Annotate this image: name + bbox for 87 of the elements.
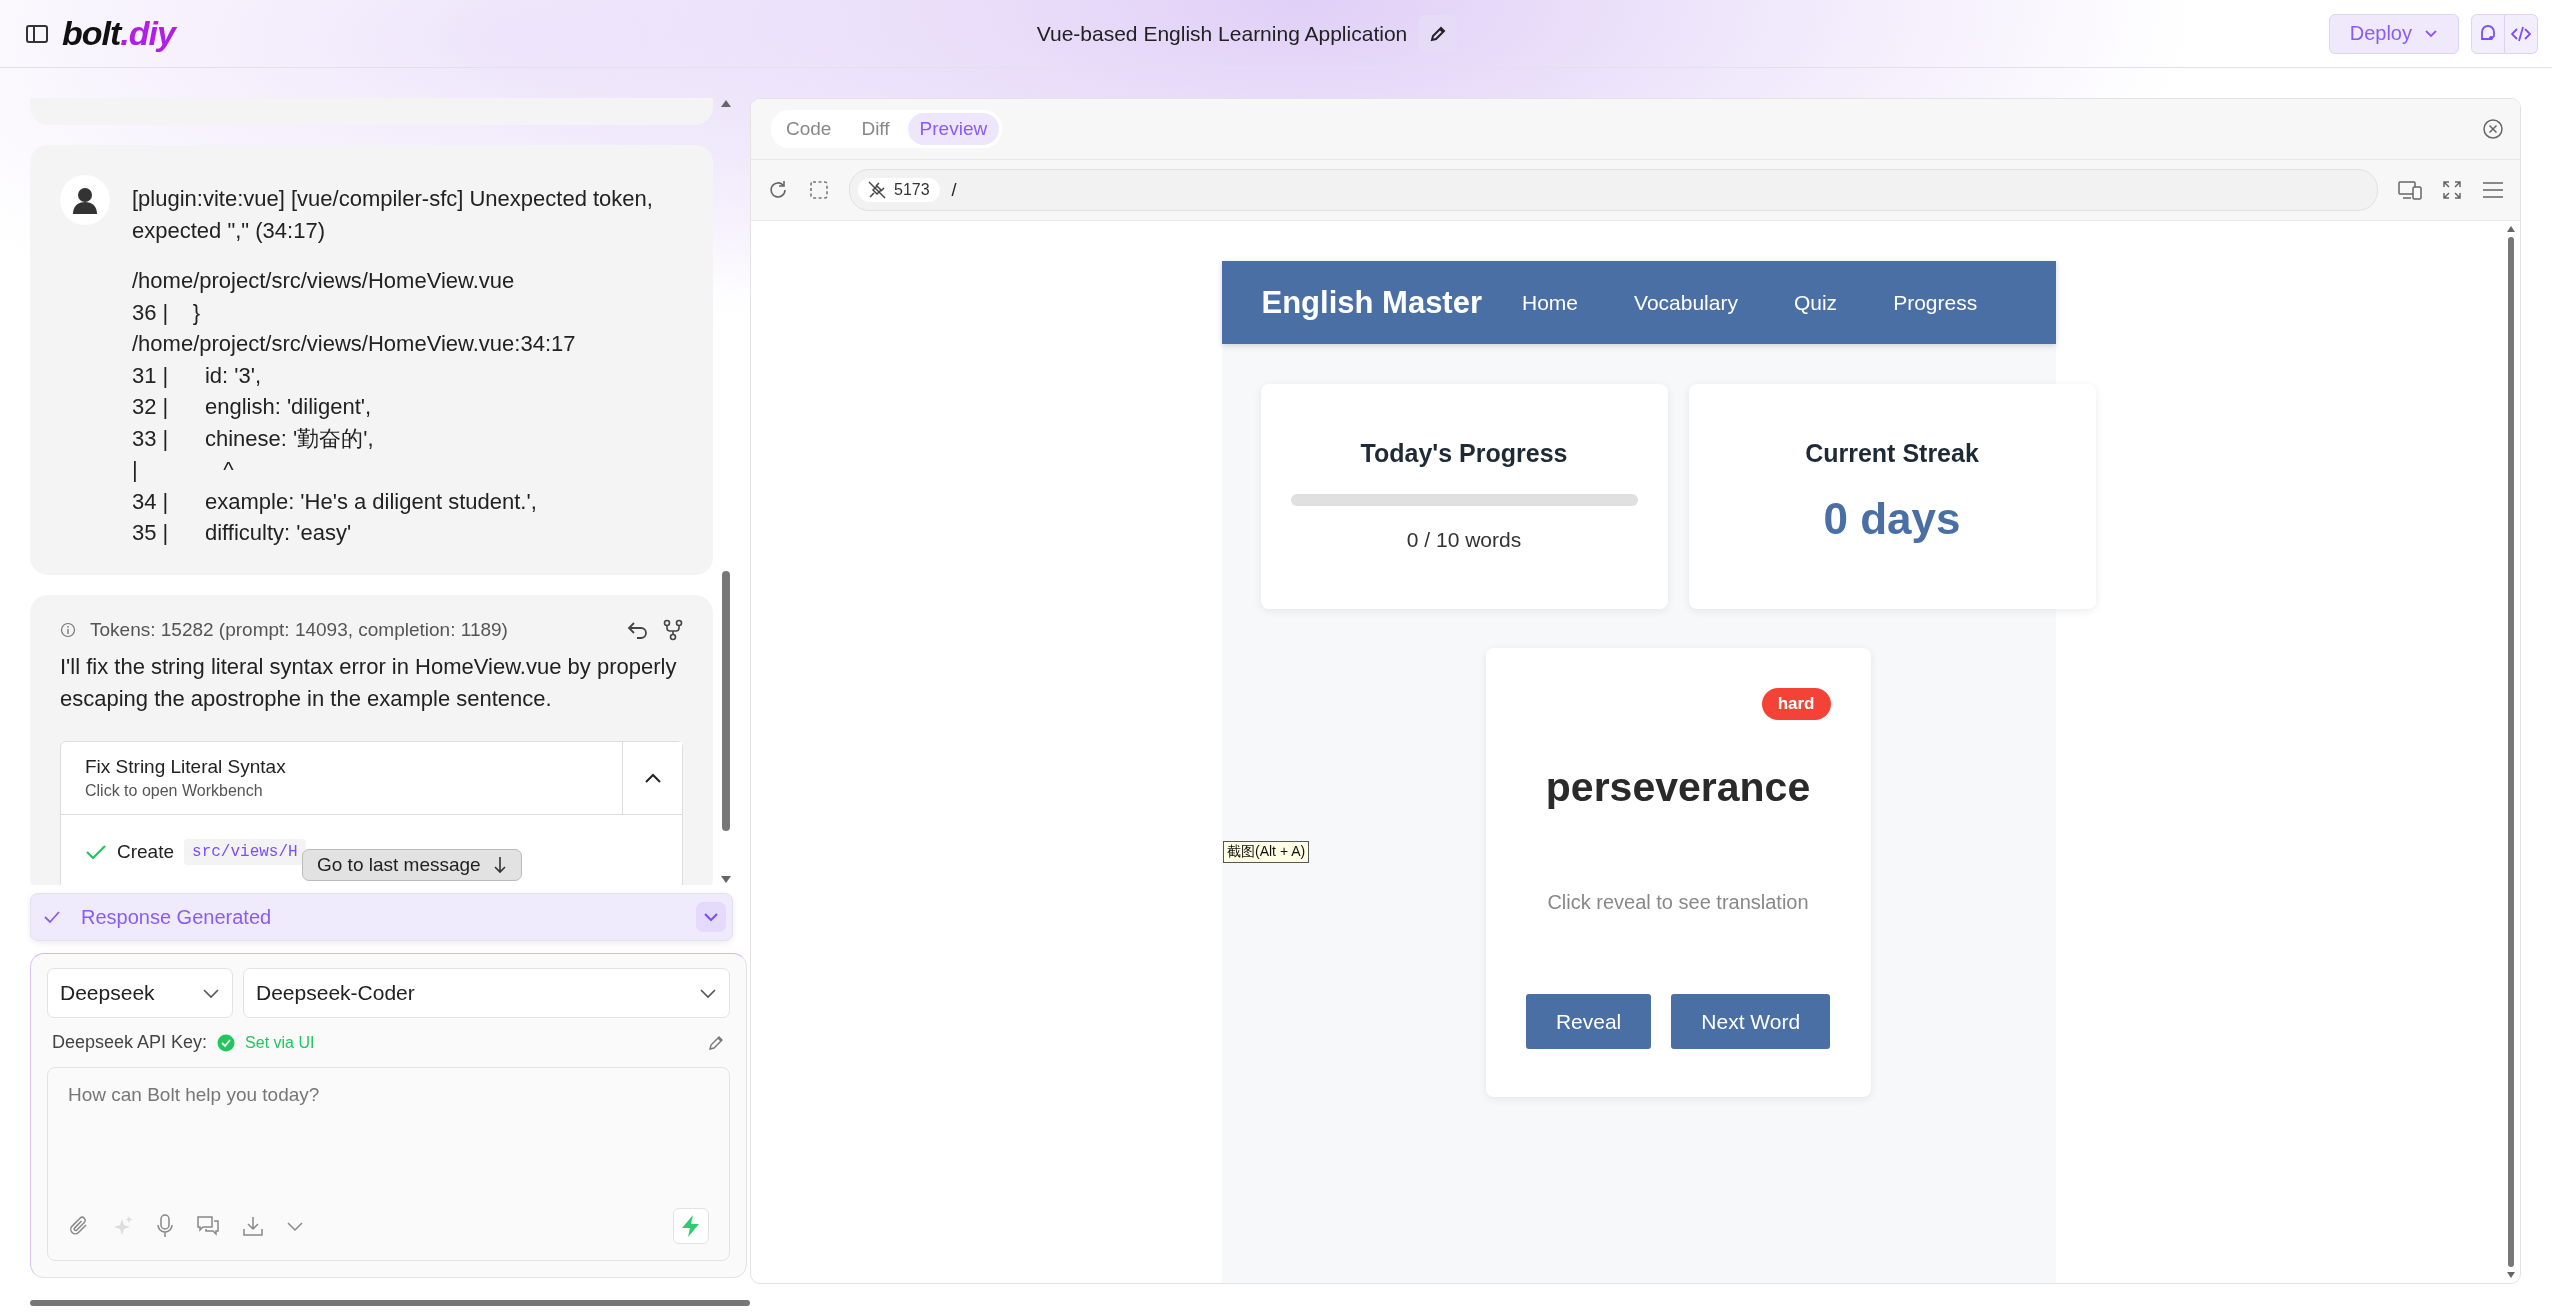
scrollbar-thumb[interactable]	[30, 1300, 750, 1306]
chevron-down-icon	[202, 987, 220, 999]
response-text: I'll fix the string literal syntax error in HomeView.vue by properly escaping the apostrophe in the example sentence.	[60, 652, 678, 713]
selection-icon[interactable]	[809, 180, 829, 200]
code-line: /home/project/src/views/HomeView.vue	[132, 267, 516, 295]
flashcard-button[interactable]: Next Word	[1671, 994, 1831, 1049]
code-line: 32 | english: 'diligent',	[132, 393, 373, 421]
paperclip-icon[interactable]	[68, 1215, 90, 1237]
chevron-down-icon[interactable]	[286, 1220, 304, 1232]
code-line: /home/project/src/views/HomeView.vue:34:17	[132, 330, 577, 358]
plug-icon	[868, 181, 886, 199]
flashcard-button[interactable]: Reveal	[1525, 994, 1652, 1049]
devices-icon[interactable]	[2398, 180, 2422, 200]
port-selector[interactable]: 5173	[858, 178, 940, 202]
message-input[interactable]: How can Bolt help you today?	[68, 1084, 709, 1208]
chevron-down-icon[interactable]	[696, 902, 726, 932]
arrow-down-icon	[492, 856, 507, 874]
artifact-title: Fix String Literal Syntax	[85, 755, 287, 778]
card-title: Today's Progress	[1360, 439, 1568, 468]
chevron-down-icon	[699, 987, 717, 999]
scroll-up-icon[interactable]	[720, 98, 732, 108]
api-key-label: Deepseek API Key:	[52, 1032, 208, 1053]
flashcard-word: perseverance	[1545, 764, 1811, 811]
file-path: src/views/H	[184, 838, 306, 865]
scrollbar-thumb[interactable]	[722, 571, 730, 831]
chat-toggle-button[interactable]	[2471, 13, 2505, 54]
nav-link[interactable]: Home	[1522, 290, 1579, 315]
workbench-tab[interactable]: Preview	[907, 113, 1000, 145]
code-line: 34 | example: 'He's a diligent student.',	[132, 487, 538, 516]
close-icon[interactable]	[2482, 118, 2504, 140]
undo-icon[interactable]	[627, 619, 649, 640]
translation-hint: Click reveal to see translation	[1547, 891, 1809, 914]
refresh-icon[interactable]	[767, 179, 789, 201]
rename-button[interactable]	[1419, 14, 1458, 53]
provider-select[interactable]: Deepseek	[47, 968, 233, 1018]
artifact-header[interactable]: Fix String Literal Syntax Click to open Workbench	[61, 741, 622, 814]
progress-caption: 0 / 10 words	[1406, 528, 1522, 552]
workbench-tab[interactable]: Diff	[849, 113, 902, 145]
download-icon[interactable]	[242, 1215, 264, 1237]
action-label: Create	[117, 840, 175, 863]
nav-link[interactable]: Vocabulary	[1634, 290, 1738, 315]
fullscreen-icon[interactable]	[2442, 180, 2462, 200]
menu-icon[interactable]	[2482, 181, 2504, 199]
scroll-up-icon[interactable]	[2506, 225, 2516, 233]
logo[interactable]: bolt.diy	[62, 14, 175, 53]
code-line: 36 | }	[132, 298, 202, 327]
project-title: Vue-based English Learning Application	[1036, 21, 1408, 46]
fork-icon[interactable]	[663, 618, 683, 641]
model-select[interactable]: Deepseek-Coder	[243, 968, 730, 1018]
lightning-icon	[680, 1214, 702, 1238]
streak-value: 0 days	[1823, 494, 1961, 544]
url-path: /	[951, 179, 957, 201]
info-icon	[60, 621, 76, 638]
tooltip: 截图(Alt + A)	[1223, 841, 1310, 863]
code-line: 35 | difficulty: 'easy'	[132, 519, 353, 547]
go-to-last-message-button[interactable]: Go to last message	[302, 849, 522, 881]
card-title: Current Streak	[1805, 439, 1979, 468]
check-icon	[85, 842, 107, 861]
status-label: Response Generated	[81, 905, 272, 929]
token-count: Tokens: 15282 (prompt: 14093, completion: 1189)	[90, 618, 508, 641]
status-bar[interactable]: Response Generated	[30, 893, 733, 941]
avatar-icon	[60, 175, 110, 225]
scroll-down-icon[interactable]	[2506, 1271, 2516, 1279]
check-circle-icon	[217, 1033, 236, 1052]
check-icon	[43, 910, 61, 924]
code-toggle-button[interactable]	[2505, 13, 2538, 54]
microphone-icon[interactable]	[156, 1214, 174, 1238]
address-bar[interactable]: 5173 /	[849, 169, 2378, 211]
deploy-button[interactable]: Deploy	[2328, 13, 2459, 54]
scroll-down-icon[interactable]	[720, 875, 732, 885]
prompt-field[interactable]: How can Bolt help you today?	[47, 1067, 730, 1261]
nav-link[interactable]: Quiz	[1793, 290, 1838, 315]
brand-title: English Master	[1261, 284, 1482, 321]
chevron-down-icon	[2424, 28, 2438, 39]
chat-icon[interactable]	[196, 1215, 220, 1237]
api-key-status: Set via UI	[245, 1033, 315, 1052]
artifact-subtitle: Click to open Workbench	[85, 781, 264, 800]
code-line: 33 | chinese: '勤奋的',	[132, 424, 375, 453]
difficulty-tag: hard	[1761, 688, 1831, 720]
workbench-tab[interactable]: Code	[774, 113, 844, 145]
nav-link[interactable]: Progress	[1893, 290, 1978, 315]
code-line: 31 | id: '3',	[132, 361, 263, 390]
error-text: [plugin:vite:vue] [vue/compiler-sfc] Unexpected token, expected "," (34:17)	[132, 185, 654, 245]
code-line: | ^	[132, 456, 235, 484]
sidebar-toggle-icon[interactable]	[26, 23, 48, 44]
pencil-icon	[1429, 24, 1448, 43]
scrollbar-thumb[interactable]	[2508, 237, 2514, 1267]
